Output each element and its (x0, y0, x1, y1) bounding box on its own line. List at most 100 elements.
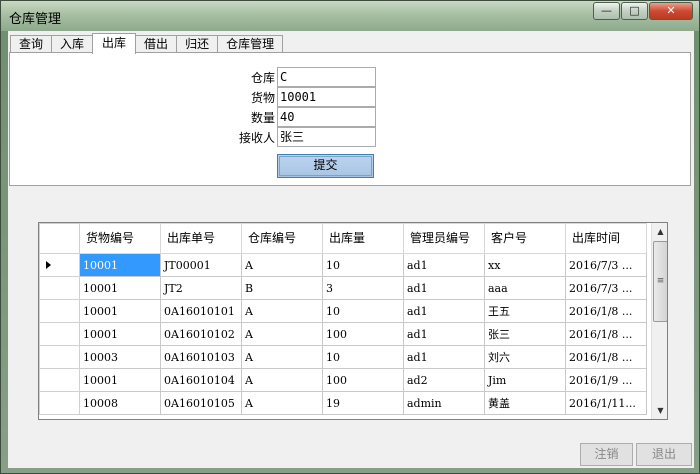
scroll-up-icon[interactable]: ▲ (652, 223, 667, 240)
table-cell[interactable]: 19 (322, 391, 404, 415)
row-header[interactable] (39, 322, 80, 346)
table-row[interactable]: 10008 0A16010105 A 19 admin 黄盖 2016/1/11... (39, 391, 647, 415)
table-cell[interactable]: 王五 (484, 299, 566, 323)
table-cell[interactable]: 10003 (79, 345, 161, 369)
table-cell[interactable]: 2016/7/3 ... (565, 276, 647, 300)
table-cell[interactable]: ad1 (403, 322, 485, 346)
table-cell[interactable]: 2016/1/9 ... (565, 368, 647, 392)
row-header[interactable] (39, 299, 80, 323)
table-cell[interactable]: 0A16010103 (160, 345, 242, 369)
table-row[interactable]: 10001 JT2 B 3 ad1 aaa 2016/7/3 ... (39, 276, 647, 300)
stock-out-panel: 仓库 C 货物 10001 数量 40 接收人 张三 提交 (9, 52, 691, 186)
close-button[interactable]: ✕ (649, 2, 693, 20)
tab-lend[interactable]: 借出 (135, 35, 178, 53)
table-cell[interactable]: A (241, 345, 323, 369)
table-cell[interactable]: 0A16010104 (160, 368, 242, 392)
table-cell[interactable]: 0A16010102 (160, 322, 242, 346)
logout-button[interactable]: 注销 (580, 443, 633, 466)
table-row[interactable]: 10003 0A16010103 A 10 ad1 刘六 2016/1/8 ... (39, 345, 647, 369)
table-cell[interactable]: JT00001 (160, 253, 242, 277)
column-header[interactable]: 货物编号 (79, 223, 161, 254)
tab-warehouse-management[interactable]: 仓库管理 (217, 35, 284, 53)
table-cell[interactable]: 黄盖 (484, 391, 566, 415)
column-header[interactable]: 客户号 (484, 223, 566, 254)
table-cell[interactable]: ad1 (403, 345, 485, 369)
table-cell[interactable]: ad1 (403, 276, 485, 300)
table-cell[interactable]: B (241, 276, 323, 300)
table-cell[interactable]: 10 (322, 345, 404, 369)
table-cell[interactable]: 2016/7/3 ... (565, 253, 647, 277)
table-cell[interactable]: 10001 (79, 299, 161, 323)
table-cell[interactable]: 2016/1/8 ... (565, 299, 647, 323)
warehouse-label: 仓库 (250, 71, 275, 85)
table-row[interactable]: 10001 0A16010102 A 100 ad1 张三 2016/1/8 ... (39, 322, 647, 346)
exit-button[interactable]: 退出 (636, 443, 692, 466)
table-cell[interactable]: JT2 (160, 276, 242, 300)
column-header[interactable]: 出库单号 (160, 223, 242, 254)
table-cell[interactable]: A (241, 391, 323, 415)
tab-stock-out[interactable]: 出库 (92, 33, 137, 54)
quantity-input[interactable]: 40 (277, 107, 376, 127)
table-cell[interactable]: 10008 (79, 391, 161, 415)
table-cell[interactable]: Jim (484, 368, 566, 392)
warehouse-input[interactable]: C (277, 67, 376, 87)
row-header[interactable] (39, 391, 80, 415)
table-cell[interactable]: ad1 (403, 253, 485, 277)
scroll-down-icon[interactable]: ▼ (652, 402, 667, 419)
table-cell[interactable]: 10001 (79, 322, 161, 346)
table-cell[interactable]: A (241, 368, 323, 392)
table-row[interactable]: 10001 0A16010101 A 10 ad1 王五 2016/1/8 ... (39, 299, 647, 323)
table-cell[interactable]: 100 (322, 368, 404, 392)
grid-table: 货物编号 出库单号 仓库编号 出库量 管理员编号 客户号 出库时间 10001 J… (39, 223, 647, 415)
table-cell[interactable]: 刘六 (484, 345, 566, 369)
stock-out-grid: 货物编号 出库单号 仓库编号 出库量 管理员编号 客户号 出库时间 10001 J… (38, 222, 668, 420)
table-cell[interactable]: A (241, 322, 323, 346)
maximize-button[interactable]: □ (621, 2, 648, 20)
table-cell[interactable]: 2016/1/8 ... (565, 322, 647, 346)
submit-button[interactable]: 提交 (277, 154, 374, 178)
table-cell[interactable]: aaa (484, 276, 566, 300)
table-cell[interactable]: ad2 (403, 368, 485, 392)
table-cell[interactable]: 10001 (79, 276, 161, 300)
table-cell[interactable]: 100 (322, 322, 404, 346)
vertical-scrollbar[interactable]: ▲ ≡ ▼ (651, 223, 667, 419)
column-header[interactable]: 出库时间 (565, 223, 647, 254)
row-header[interactable] (39, 253, 80, 277)
goods-label: 货物 (250, 91, 275, 105)
column-header[interactable]: 管理员编号 (403, 223, 485, 254)
table-cell[interactable]: 10001 (79, 368, 161, 392)
table-cell[interactable]: 2016/1/8 ... (565, 345, 647, 369)
table-cell[interactable]: 3 (322, 276, 404, 300)
row-header[interactable] (39, 345, 80, 369)
window-title: 仓库管理 (9, 12, 62, 27)
table-cell[interactable]: 10001 (79, 253, 161, 277)
table-cell[interactable]: A (241, 253, 323, 277)
title-bar[interactable]: 仓库管理 — □ ✕ (1, 1, 699, 31)
warehouse-row: 仓库 C (10, 67, 692, 87)
column-header[interactable]: 仓库编号 (241, 223, 323, 254)
column-header[interactable]: 出库量 (322, 223, 404, 254)
tab-return[interactable]: 归还 (176, 35, 219, 53)
table-cell[interactable]: ad1 (403, 299, 485, 323)
table-cell[interactable]: A (241, 299, 323, 323)
tab-stock-in[interactable]: 入库 (51, 35, 94, 53)
receiver-row: 接收人 张三 (10, 127, 692, 147)
quantity-row: 数量 40 (10, 107, 692, 127)
scroll-thumb[interactable]: ≡ (653, 241, 667, 322)
table-cell[interactable]: 2016/1/11... (565, 391, 647, 415)
receiver-input[interactable]: 张三 (277, 127, 376, 147)
table-row[interactable]: 10001 JT00001 A 10 ad1 xx 2016/7/3 ... (39, 253, 647, 277)
table-cell[interactable]: 张三 (484, 322, 566, 346)
row-header[interactable] (39, 368, 80, 392)
minimize-button[interactable]: — (593, 2, 620, 20)
table-cell[interactable]: 10 (322, 253, 404, 277)
table-cell[interactable]: xx (484, 253, 566, 277)
table-cell[interactable]: 10 (322, 299, 404, 323)
goods-input[interactable]: 10001 (277, 87, 376, 107)
table-cell[interactable]: admin (403, 391, 485, 415)
table-cell[interactable]: 0A16010105 (160, 391, 242, 415)
tab-query[interactable]: 查询 (10, 35, 53, 53)
table-row[interactable]: 10001 0A16010104 A 100 ad2 Jim 2016/1/9 ... (39, 368, 647, 392)
table-cell[interactable]: 0A16010101 (160, 299, 242, 323)
row-header[interactable] (39, 276, 80, 300)
